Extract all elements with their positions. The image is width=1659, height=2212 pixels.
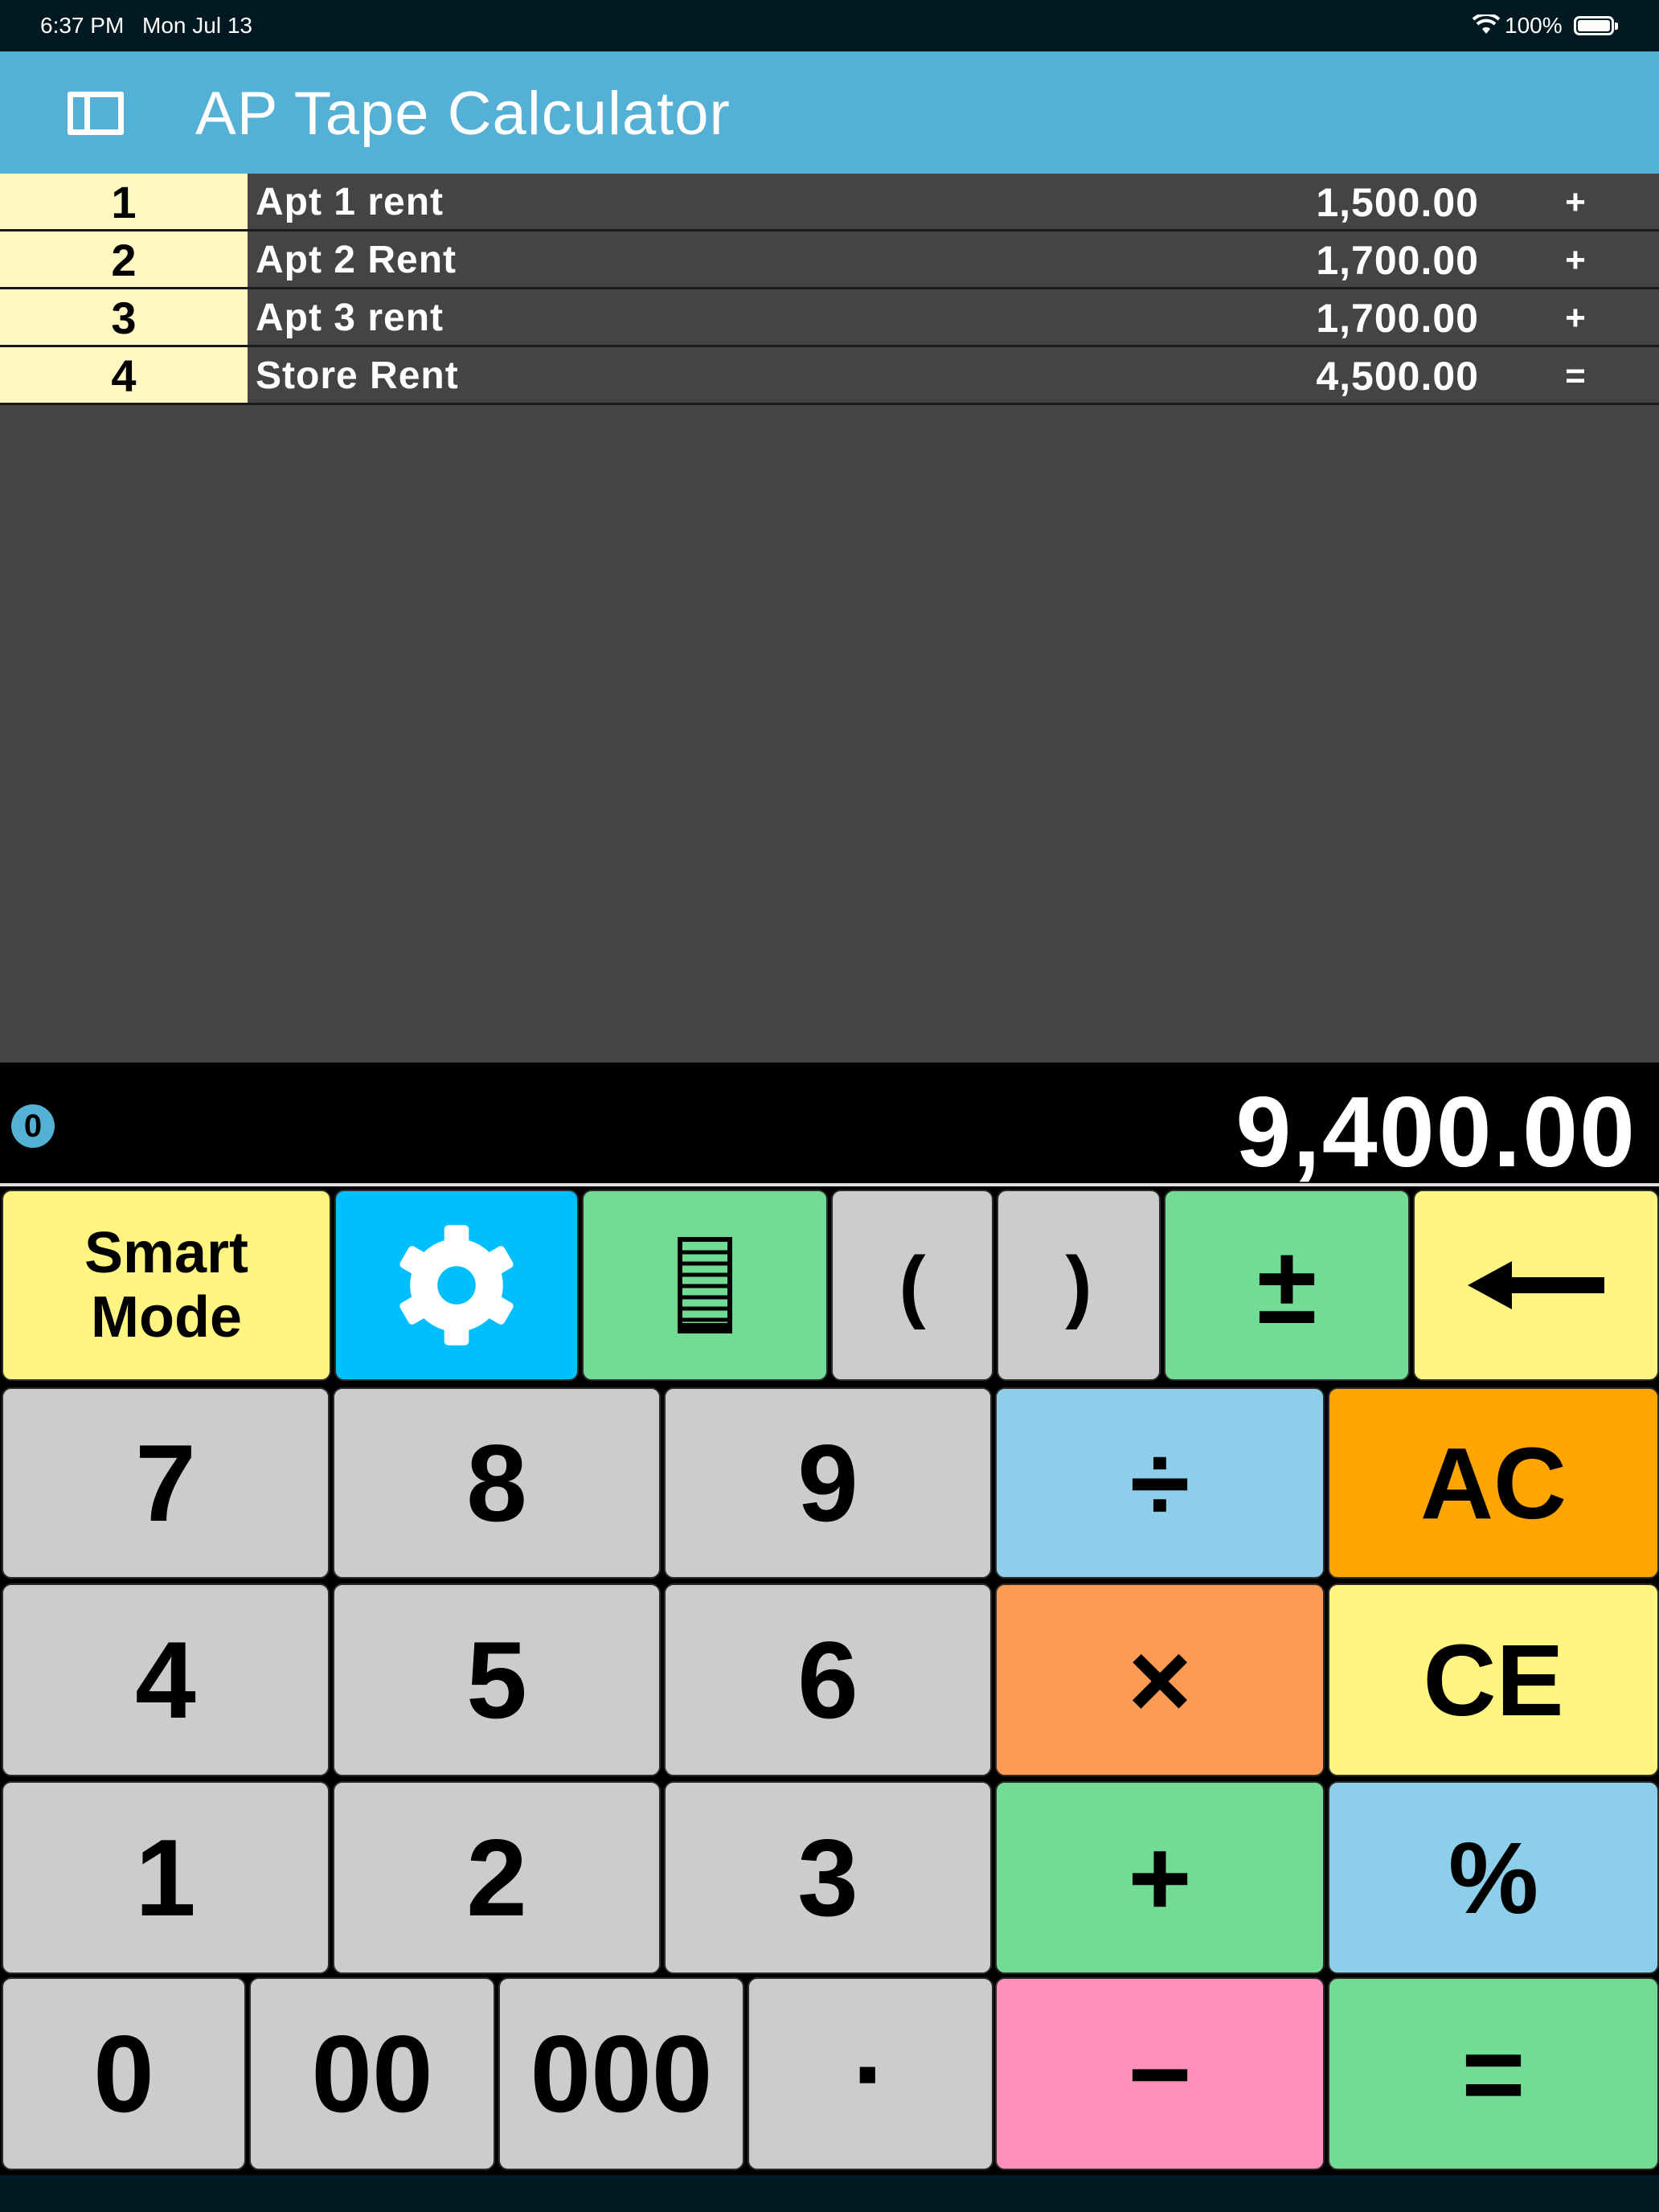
decimal-button[interactable]: · <box>748 1977 993 2170</box>
smart-mode-button[interactable]: Smart Mode <box>2 1190 331 1381</box>
key-000[interactable]: 000 <box>498 1977 744 2170</box>
tape-list-icon <box>678 1237 732 1333</box>
battery-percent: 100% <box>1505 13 1563 38</box>
home-indicator-area <box>0 2175 1659 2212</box>
tape-row-description[interactable]: Apt 3 rent <box>256 289 444 347</box>
status-time: 6:37 PM <box>40 13 125 38</box>
status-bar: 6:37 PM Mon Jul 13 100% <box>0 0 1659 51</box>
sidebar-toggle-icon[interactable] <box>68 92 124 135</box>
gear-icon <box>399 1225 514 1346</box>
tape-row-amount: 1,500.00 <box>1316 180 1479 225</box>
tape-row-amount: 4,500.00 <box>1316 354 1479 399</box>
key-3[interactable]: 3 <box>664 1781 992 1974</box>
clear-entry-button[interactable]: CE <box>1328 1583 1659 1776</box>
tape-row-description[interactable]: Apt 1 rent <box>256 174 444 231</box>
tape-row-operator: + <box>1565 298 1586 338</box>
tape-row-number: 4 <box>0 347 248 403</box>
result-display: 0 9,400.00 <box>0 1063 1659 1188</box>
tape-row-number: 1 <box>0 174 248 229</box>
key-0[interactable]: 0 <box>2 1977 246 2170</box>
tape-row-operator: + <box>1565 240 1586 280</box>
tape-row-description[interactable]: Apt 2 Rent <box>256 231 457 289</box>
plus-minus-button[interactable]: ± <box>1164 1190 1410 1381</box>
tape-list[interactable]: 1 Apt 1 rent 1,500.00 + 2 Apt 2 Rent 1,7… <box>0 174 1659 1063</box>
key-5[interactable]: 5 <box>333 1583 661 1776</box>
close-paren-button[interactable]: ) <box>997 1190 1161 1381</box>
status-date: Mon Jul 13 <box>142 13 252 38</box>
tape-row-amount: 1,700.00 <box>1316 238 1479 283</box>
key-00[interactable]: 00 <box>249 1977 495 2170</box>
tape-row-description[interactable]: Store Rent <box>256 347 459 405</box>
tape-row[interactable]: 2 Apt 2 Rent 1,700.00 + <box>0 231 1659 289</box>
smart-mode-label-line2: Mode <box>91 1285 242 1350</box>
key-9[interactable]: 9 <box>664 1387 992 1579</box>
tape-row-number: 2 <box>0 231 248 287</box>
tape-row-amount: 1,700.00 <box>1316 296 1479 341</box>
keypad: Smart Mode () ± 7 8 9 ÷ AC 4 5 6 × CE 1… <box>0 1186 1659 2175</box>
key-6[interactable]: 6 <box>664 1583 992 1776</box>
tape-row[interactable]: 1 Apt 1 rent 1,500.00 + <box>0 174 1659 231</box>
smart-mode-label-line1: Smart <box>84 1221 249 1285</box>
subtract-button[interactable]: − <box>995 1977 1325 2170</box>
battery-icon <box>1574 16 1618 35</box>
nav-bar: AP Tape Calculator <box>0 51 1659 174</box>
all-clear-button[interactable]: AC <box>1328 1387 1659 1579</box>
key-8[interactable]: 8 <box>333 1387 661 1579</box>
wifi-icon <box>1473 14 1500 34</box>
divide-button[interactable]: ÷ <box>995 1387 1325 1579</box>
backspace-button[interactable] <box>1413 1190 1659 1381</box>
multiply-button[interactable]: × <box>995 1583 1325 1776</box>
tape-row-operator: = <box>1565 356 1586 395</box>
settings-button[interactable] <box>334 1190 579 1381</box>
tape-row[interactable]: 3 Apt 3 rent 1,700.00 + <box>0 289 1659 347</box>
tape-view-button[interactable] <box>582 1190 828 1381</box>
key-4[interactable]: 4 <box>2 1583 330 1776</box>
tape-row-operator: + <box>1565 182 1586 222</box>
result-value: 9,400.00 <box>1235 1077 1636 1188</box>
key-1[interactable]: 1 <box>2 1781 330 1974</box>
add-button[interactable]: + <box>995 1781 1325 1974</box>
backspace-arrow-icon <box>1468 1261 1604 1309</box>
percent-button[interactable]: % <box>1328 1781 1659 1974</box>
tape-row[interactable]: 4 Store Rent 4,500.00 = <box>0 347 1659 405</box>
entry-counter-badge: 0 <box>11 1104 55 1148</box>
app-title: AP Tape Calculator <box>195 80 731 148</box>
tape-row-number: 3 <box>0 289 248 345</box>
key-2[interactable]: 2 <box>333 1781 661 1974</box>
key-7[interactable]: 7 <box>2 1387 330 1579</box>
open-paren-button[interactable]: ( <box>831 1190 993 1381</box>
equals-button[interactable]: = <box>1328 1977 1659 2170</box>
